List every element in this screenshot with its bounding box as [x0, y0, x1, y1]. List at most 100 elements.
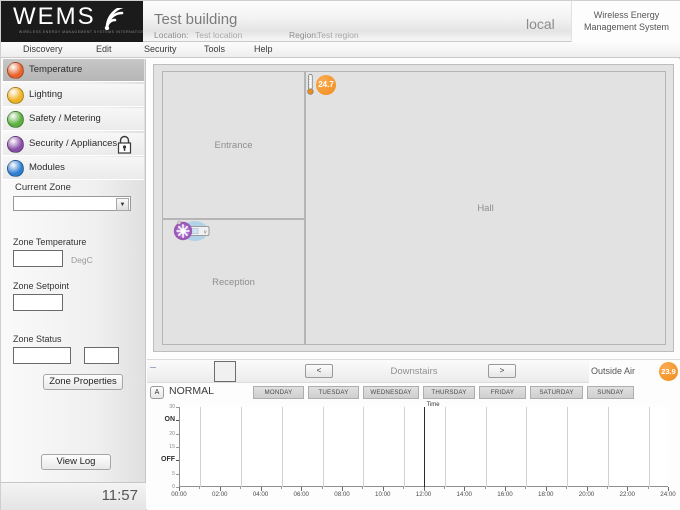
menu-item-edit[interactable]: Edit: [96, 44, 112, 54]
menu-item-help[interactable]: Help: [254, 44, 273, 54]
chart-x-tick: 10:00: [375, 491, 391, 498]
current-zone-label: Current Zone: [15, 182, 71, 193]
temperature-badge[interactable]: 24.7: [307, 74, 341, 96]
day-button-friday[interactable]: FRIDAY: [479, 386, 526, 399]
chart-x-tickmark: [505, 487, 506, 491]
chart-y-tickmark: [176, 420, 179, 422]
day-button-saturday[interactable]: SATURDAY: [530, 386, 583, 399]
menu-item-security[interactable]: Security: [144, 44, 177, 54]
chart-y-tick: 15: [169, 444, 175, 450]
day-button-thursday[interactable]: THURSDAY: [423, 386, 475, 399]
chart-x-tick: 06:00: [293, 491, 309, 498]
modules-icon: [7, 160, 24, 178]
chart-x-minor-tickmark: [566, 487, 568, 489]
chart-x-minor-tickmark: [280, 487, 282, 489]
sidebar-item-label: Safety / Metering: [29, 113, 101, 125]
chart-x-tickmark: [342, 487, 343, 491]
chart-x-minor-tickmark: [321, 487, 323, 489]
menu-bar: Discovery Edit Security Tools Help: [1, 42, 680, 58]
zone-status-field[interactable]: [13, 347, 71, 364]
chart-x-minor-tickmark: [362, 487, 364, 489]
zone-temperature-field[interactable]: [13, 250, 63, 267]
chart-gridline: [648, 407, 650, 487]
menu-item-discovery[interactable]: Discovery: [23, 44, 63, 54]
zone-temperature-unit: DegC: [71, 255, 93, 265]
floorplan-canvas[interactable]: Entrance Reception Hall 24.7 v: [153, 64, 674, 352]
chart-x-tick: 16:00: [497, 491, 513, 498]
chart-gridline: [526, 407, 528, 487]
zone-temperature-label: Zone Temperature: [13, 237, 87, 247]
building-title: Test building: [154, 11, 238, 28]
chart-x-tick: 18:00: [538, 491, 554, 498]
floor-nav-strip: Downstairs < > Outside Air 23.9: [147, 359, 680, 383]
chart-x-minor-tickmark: [403, 487, 405, 489]
chart-x-minor-tickmark: [647, 487, 649, 489]
sidebar-item-modules[interactable]: Modules: [3, 157, 144, 181]
logo-tagline: WIRELESS ENERGY MANAGEMENT SYSTEMS INTER…: [19, 30, 143, 34]
sidebar-item-label: Lighting: [29, 88, 63, 100]
chart-x-tickmark: [545, 487, 547, 491]
chart-gridline: [607, 407, 609, 487]
main-content: Entrance Reception Hall 24.7 v Downstair…: [147, 59, 680, 510]
chart-x-minor-tickmark: [606, 487, 608, 489]
zone-status-label: Zone Status: [13, 334, 62, 344]
chart-gridline: [567, 407, 569, 487]
day-button-tuesday[interactable]: TUESDAY: [308, 386, 359, 399]
chart-x-minor-tickmark: [484, 487, 486, 489]
temperature-icon: [7, 62, 24, 79]
chart-x-tickmark: [586, 487, 588, 491]
sidebar-item-security-appliances[interactable]: Security / Appliances: [3, 132, 144, 156]
scroll-up-button[interactable]: A: [150, 386, 164, 399]
schedule-row: A NORMAL MONDAY TUESDAY WEDNESDAY THURSDAY F…: [147, 385, 680, 401]
day-button-wednesday[interactable]: WEDNESDAY: [363, 386, 419, 399]
chart-gridline: [444, 407, 446, 487]
room-hall[interactable]: Hall: [305, 71, 666, 345]
signal-waves-icon: [104, 8, 124, 30]
chart-y-tickmark: [176, 433, 179, 435]
zone-sensor-glyph: v: [173, 220, 210, 241]
day-button-monday[interactable]: MONDAY: [253, 386, 304, 399]
current-zone-select[interactable]: ▼: [13, 196, 131, 211]
chart-gridline: [363, 407, 365, 487]
logo-wordmark: WEMS: [13, 3, 96, 30]
schedule-chart[interactable]: 30 ON 20 15 OFF 5 0 00:00 02:00 04:00 06:00 08:00 1…: [147, 401, 680, 510]
chart-x-tickmark: [423, 487, 425, 491]
chart-x-tick: 08:00: [334, 491, 350, 498]
sidebar-item-temperature[interactable]: Temperature: [3, 59, 144, 82]
chart-x-tickmark: [382, 487, 384, 491]
chart-x-minor-tickmark: [443, 487, 445, 489]
chart-x-tick: 02:00: [212, 491, 228, 498]
region-label: Region:: [289, 30, 319, 40]
zone-properties-button[interactable]: Zone Properties: [43, 374, 123, 390]
brand-line-1: Wireless Energy: [593, 10, 660, 20]
chart-y-tick: OFF: [161, 456, 175, 464]
chart-x-tickmark: [627, 487, 629, 491]
chart-x-tick: 04:00: [252, 491, 269, 498]
application-window: WEMS WIRELESS ENERGY MANAGEMENT SYSTEMS …: [0, 0, 680, 510]
chart-gridline: [322, 407, 324, 487]
day-button-sunday[interactable]: SUNDAY: [587, 386, 634, 399]
chart-x-minor-tickmark: [240, 487, 242, 489]
lock-icon[interactable]: [116, 135, 133, 154]
prev-floor-button[interactable]: <: [305, 364, 333, 378]
outside-air-panel: Outside Air 23.9: [589, 360, 680, 383]
zone-sensor-icon[interactable]: v: [173, 220, 215, 242]
chart-y-tickmark: [176, 407, 179, 408]
chart-x-tick: 00:00: [171, 491, 187, 498]
chart-x-minor-tickmark: [199, 487, 201, 489]
sidebar-item-safety-metering[interactable]: Safety / Metering: [3, 108, 144, 132]
security-appliances-icon: [7, 135, 24, 153]
zone-setpoint-field[interactable]: [13, 294, 63, 311]
next-floor-button[interactable]: >: [488, 364, 516, 378]
chart-y-tick: 0: [172, 484, 175, 490]
view-log-button[interactable]: View Log: [41, 454, 111, 470]
location-value: Test location: [195, 30, 243, 40]
outside-air-label: Outside Air: [591, 366, 636, 376]
sidebar-item-lighting[interactable]: Lighting: [3, 83, 144, 107]
zone-status-field-2[interactable]: [84, 347, 119, 364]
menu-item-tools[interactable]: Tools: [204, 44, 225, 54]
room-label: Entrance: [214, 140, 253, 151]
room-entrance[interactable]: Entrance: [162, 71, 305, 219]
chevron-down-icon[interactable]: ▼: [116, 198, 129, 211]
chart-y-tick: 30: [169, 404, 175, 410]
